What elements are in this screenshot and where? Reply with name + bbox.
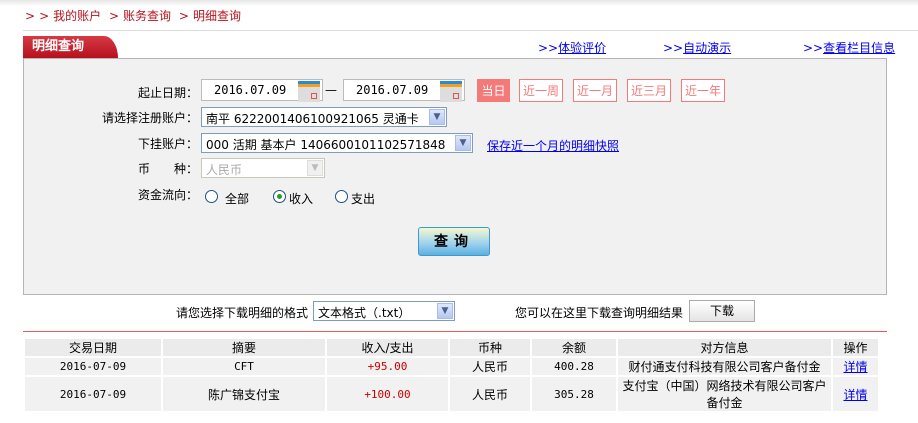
cell-amount: +100.00 [325,375,450,413]
link-column-info[interactable]: >>查看栏目信息 [803,39,895,56]
start-date-input[interactable]: 2016.07.09 [201,79,323,102]
cell-balance: 400.28 [530,356,618,377]
range-three-months-button[interactable]: 近三月 [627,79,671,102]
cell-currency: 人民币 [448,375,532,413]
cell-date: 2016-07-09 [23,375,163,413]
breadcrumb-arrow: > [108,9,120,23]
chevron-down-icon[interactable]: ▼ [437,303,453,319]
currency-select: 人民币 ▼ [201,158,325,178]
details-link[interactable]: 详情 [843,360,867,374]
breadcrumb-arrow: > [178,9,189,23]
link-prefix: >> [803,41,824,55]
link-auto-demo[interactable]: >>自动演示 [663,39,731,56]
download-button[interactable]: 下载 [689,300,755,322]
breadcrumb-arrow: > [25,9,36,23]
breadcrumb: > > 我的账户 > 账务查询 > 明细查询 [25,7,245,24]
col-currency: 币种 [448,337,532,358]
range-today-button[interactable]: 当日 [477,79,510,102]
col-amount: 收入/支出 [325,337,450,358]
range-week-button[interactable]: 近一周 [519,79,563,102]
cell-currency: 人民币 [448,356,532,377]
flow-all-radio[interactable] [205,190,218,203]
flow-expense-label[interactable]: 支出 [351,190,375,207]
flow-income-radio[interactable] [273,190,286,203]
col-date: 交易日期 [23,337,163,358]
tab-detail-query: 明细查询 [23,36,118,58]
link-label[interactable]: 查看栏目信息 [823,41,895,55]
format-label: 请您选择下载明细的格式 [176,306,309,320]
format-value: 文本格式（.txt） [318,306,411,320]
breadcrumb-item[interactable]: 我的账户 [53,9,101,23]
account-label: 请选择注册账户： [101,111,198,125]
range-month-button[interactable]: 近一月 [573,79,617,102]
calendar-icon[interactable] [440,81,462,102]
details-link[interactable]: 详情 [843,388,867,402]
cell-counterparty: 支付宝（中国）网络技术有限公司客户备付金 [616,375,833,413]
chevron-down-icon: ▼ [307,160,323,176]
flow-expense-radio[interactable] [335,190,348,203]
link-prefix: >> [663,41,684,55]
table-header: 交易日期 摘要 收入/支出 币种 余额 对方信息 操作 [23,337,880,358]
format-select[interactable]: 文本格式（.txt） ▼ [313,301,455,321]
account-value: 南平 6222001406100921065 灵通卡 [206,112,419,126]
divider [23,331,887,332]
col-balance: 余额 [530,337,618,358]
top-shade [0,0,918,6]
start-date-value: 2016.07.09 [214,83,287,97]
cell-counterparty: 财付通支付科技有限公司客户备付金 [616,356,833,377]
download-hint: 您可以在这里下载查询明细结果 [515,306,684,320]
account-select[interactable]: 南平 6222001406100921065 灵通卡 ▼ [201,107,447,127]
col-summary: 摘要 [161,337,327,358]
link-label[interactable]: 自动演示 [683,41,731,55]
end-date-value: 2016.07.09 [356,83,429,97]
breadcrumb-arrow: > [39,9,50,23]
chevron-down-icon[interactable]: ▼ [455,135,471,151]
snapshot-link[interactable]: 保存近一个月的明细快照 [487,137,619,154]
breadcrumb-item: 明细查询 [192,9,241,23]
sub-account-value: 000 活期 基本户 1406600101102571848 [206,138,446,152]
cell-summary: CFT [161,356,327,377]
query-button[interactable]: 查询 [418,227,490,256]
flow-all-label[interactable]: 全部 [225,190,249,207]
calendar-icon[interactable] [298,81,320,102]
flow-income-label[interactable]: 收入 [289,190,313,207]
range-year-button[interactable]: 近一年 [681,79,725,102]
col-action: 操作 [831,337,880,358]
chevron-down-icon[interactable]: ▼ [429,109,445,125]
col-counterparty: 对方信息 [616,337,833,358]
currency-label: 币 种： [137,162,198,176]
sub-account-label: 下挂账户： [137,137,198,151]
date-dash: — [325,83,337,97]
sub-account-select[interactable]: 000 活期 基本户 1406600101102571848 ▼ [201,133,473,153]
end-date-input[interactable]: 2016.07.09 [343,79,465,102]
cell-summary: 陈广锦支付宝 [161,375,327,413]
cell-date: 2016-07-09 [23,356,163,377]
transactions-table: 交易日期 摘要 收入/支出 币种 余额 对方信息 操作 2016-07-09 C… [23,337,880,413]
cell-amount: +95.00 [325,356,450,377]
cell-balance: 305.28 [530,375,618,413]
link-prefix: >> [538,41,559,55]
flow-label: 资金流向： [137,188,198,202]
table-row: 2016-07-09 CFT +95.00 人民币 400.28 财付通支付科技… [23,356,880,377]
link-label[interactable]: 体验评价 [558,41,606,55]
breadcrumb-item[interactable]: 账务查询 [123,9,171,23]
currency-value: 人民币 [206,163,243,177]
date-label: 起止日期： [137,86,198,100]
table-row: 2016-07-09 陈广锦支付宝 +100.00 人民币 305.28 支付宝… [23,375,880,413]
divider [23,30,918,31]
link-rate-experience[interactable]: >>体验评价 [538,39,606,56]
